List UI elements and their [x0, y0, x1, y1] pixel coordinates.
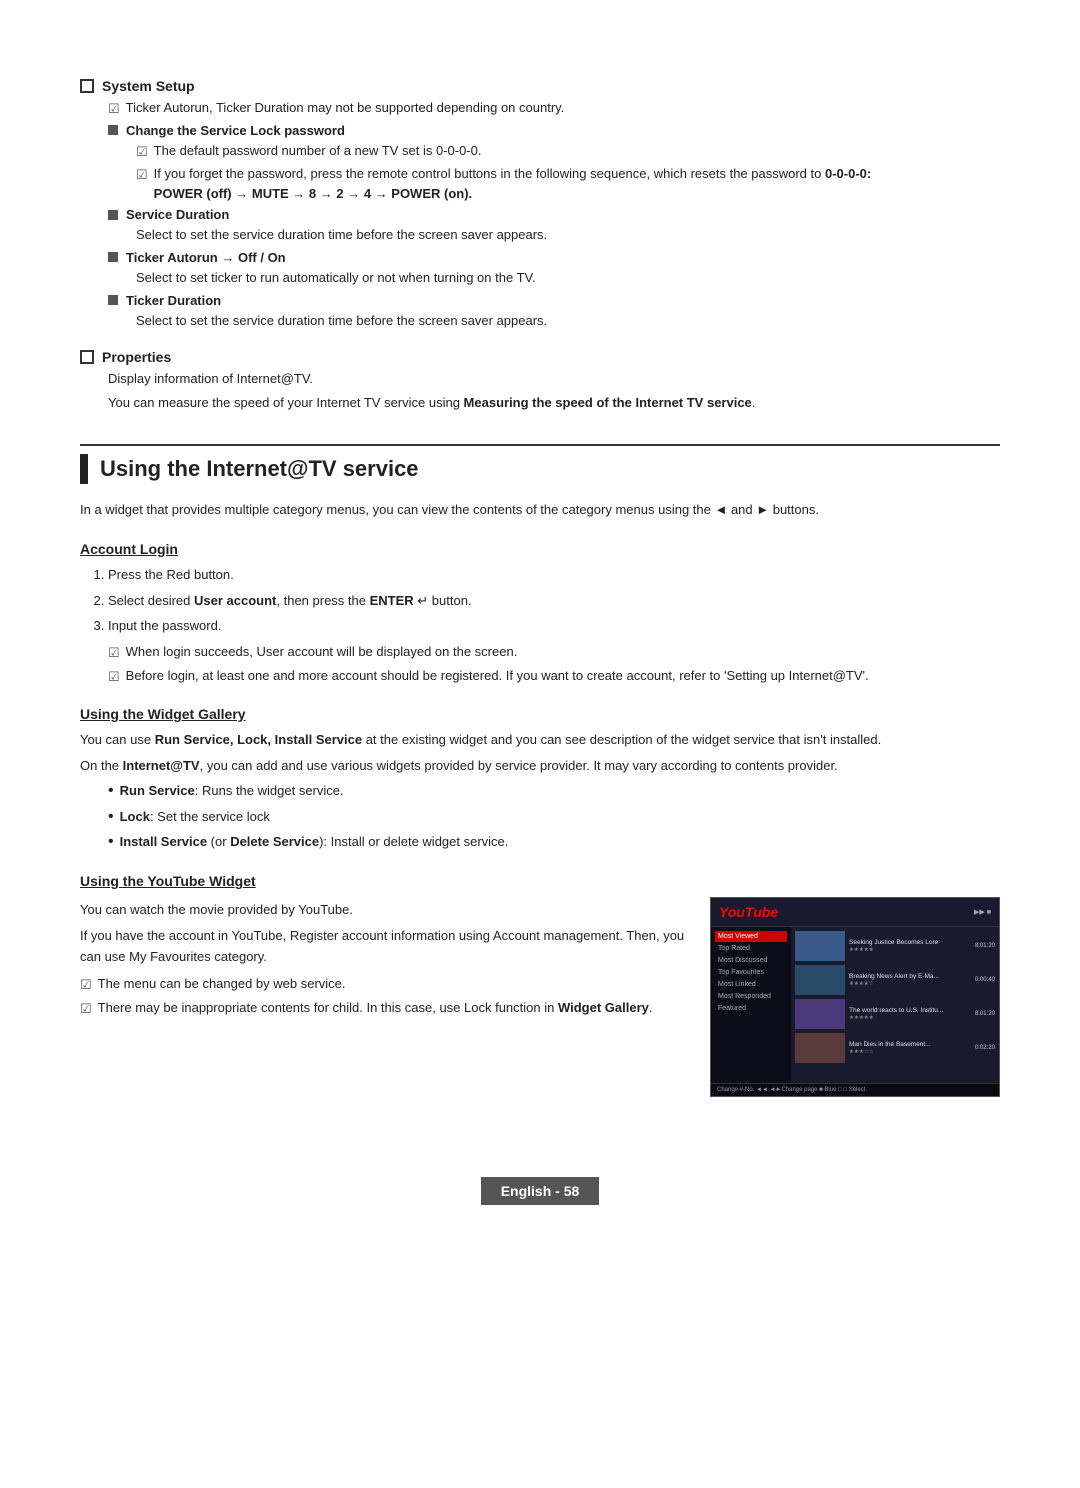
properties-line1: Display information of Internet@TV.: [108, 369, 1000, 390]
youtube-note1: ☑ The menu can be changed by web service…: [80, 974, 686, 995]
account-login-heading: Account Login: [80, 541, 1000, 557]
note-icon-5: ☑: [108, 667, 120, 687]
system-setup-heading: System Setup: [80, 78, 1000, 94]
yt-meta-3: ★★★★★: [849, 1015, 963, 1021]
square-icon-2: [108, 210, 118, 220]
widget-gallery-section: Using the Widget Gallery You can use Run…: [80, 706, 1000, 853]
bullet-run-service: Run Service: Runs the widget service.: [108, 781, 1000, 802]
youtube-line1: You can watch the movie provided by YouT…: [80, 900, 686, 921]
note-icon-6: ☑: [80, 975, 92, 995]
yt-duration-3: 8:01:20: [967, 1011, 995, 1017]
step-3: Input the password. ☑ When login succeed…: [108, 616, 1000, 686]
note-icon-2: ☑: [136, 142, 148, 162]
properties-heading: Properties: [80, 349, 1000, 365]
yt-meta-4: ★★★☆☆: [849, 1049, 963, 1055]
yt-thumb-3: [795, 999, 845, 1029]
youtube-text-content: You can watch the movie provided by YouT…: [80, 897, 686, 1097]
change-lock-note1: ☑ The default password number of a new T…: [136, 141, 1000, 162]
checkbox-icon-2: [80, 350, 94, 364]
square-icon-3: [108, 252, 118, 262]
yt-duration-2: 0:00:40: [967, 977, 995, 983]
youtube-screenshot: YouTube ▶▶ ■ Most Viewed Top Rated Most …: [710, 897, 1000, 1097]
yt-thumb-2: [795, 965, 845, 995]
youtube-widget-heading: Using the YouTube Widget: [80, 873, 1000, 889]
yt-sidebar-most-linked[interactable]: Most Linked: [715, 979, 787, 990]
note-icon-4: ☑: [108, 643, 120, 663]
yt-body: Most Viewed Top Rated Most Discussed Top…: [711, 927, 999, 1097]
change-service-lock: Change the Service Lock password ☑ The d…: [108, 123, 1000, 204]
widget-gallery-heading: Using the Widget Gallery: [80, 706, 1000, 722]
yt-meta-2: ★★★★☆: [849, 981, 963, 987]
yt-sidebar: Most Viewed Top Rated Most Discussed Top…: [711, 927, 791, 1097]
yt-info-4: Man Dies in the Basement... ★★★☆☆: [849, 1041, 963, 1055]
youtube-widget-section: Using the YouTube Widget You can watch t…: [80, 873, 1000, 1097]
step-1: Press the Red button.: [108, 565, 1000, 586]
major-section-title: Using the Internet@TV service: [80, 454, 1000, 484]
yt-thumb-1: [795, 931, 845, 961]
yt-sidebar-most-responded[interactable]: Most Responded: [715, 991, 787, 1002]
service-duration-text: Select to set the service duration time …: [136, 225, 1000, 246]
yt-sidebar-top-favourites[interactable]: Top Favourites: [715, 967, 787, 978]
page-footer: English - 58: [80, 1177, 1000, 1205]
ticker-duration-text: Select to set the service duration time …: [136, 311, 1000, 332]
yt-sidebar-featured[interactable]: Featured: [715, 1003, 787, 1014]
login-note2: ☑ Before login, at least one and more ac…: [108, 666, 1000, 687]
note-icon-3: ☑: [136, 165, 148, 185]
youtube-line2: If you have the account in YouTube, Regi…: [80, 926, 686, 968]
yt-duration-1: 8:01:20: [967, 943, 995, 949]
checkbox-icon: [80, 79, 94, 93]
ticker-duration: Ticker Duration Select to set the servic…: [108, 293, 1000, 332]
section-bar-icon: [80, 454, 88, 484]
page-number-label: English - 58: [501, 1183, 580, 1199]
widget-gallery-line1: You can use Run Service, Lock, Install S…: [80, 730, 1000, 751]
note-icon-1: ☑: [108, 99, 120, 119]
page-number-box: English - 58: [481, 1177, 600, 1205]
note-icon-7: ☑: [80, 999, 92, 1019]
square-icon-4: [108, 295, 118, 305]
internet-tv-section: Using the Internet@TV service In a widge…: [80, 444, 1000, 1097]
service-duration: Service Duration Select to set the servi…: [108, 207, 1000, 246]
step-2: Select desired User account, then press …: [108, 591, 1000, 612]
yt-info-2: Breaking News Alert by E-Ma... ★★★★☆: [849, 973, 963, 987]
yt-meta-1: ★★★★★: [849, 947, 963, 953]
system-setup-section: System Setup ☑ Ticker Autorun, Ticker Du…: [80, 78, 1000, 331]
ticker-autorun-text: Select to set ticker to run automaticall…: [136, 268, 1000, 289]
yt-header: YouTube ▶▶ ■: [711, 898, 999, 927]
ticker-autorun: Ticker Autorun → Off / On Select to set …: [108, 250, 1000, 289]
yt-video-3: The world reacts to U.S. Institu... ★★★★…: [795, 999, 995, 1029]
yt-info-3: The world reacts to U.S. Institu... ★★★★…: [849, 1007, 963, 1021]
yt-content: Seeking Justice Becomes Lore ★★★★★ 8:01:…: [791, 927, 999, 1097]
yt-video-4: Man Dies in the Basement... ★★★☆☆ 0:02:2…: [795, 1033, 995, 1063]
youtube-widget-content: You can watch the movie provided by YouT…: [80, 897, 1000, 1097]
system-setup-note1: ☑ Ticker Autorun, Ticker Duration may no…: [108, 98, 1000, 119]
yt-video-1: Seeking Justice Becomes Lore ★★★★★ 8:01:…: [795, 931, 995, 961]
yt-video-2: Breaking News Alert by E-Ma... ★★★★☆ 0:0…: [795, 965, 995, 995]
account-login-steps: Press the Red button. Select desired Use…: [108, 565, 1000, 686]
login-note1: ☑ When login succeeds, User account will…: [108, 642, 1000, 663]
yt-footer: Change #-No. ◄◄ ◄►Change page ■ Blue □ □…: [711, 1083, 999, 1096]
yt-sidebar-most-discussed[interactable]: Most Discussed: [715, 955, 787, 966]
yt-header-right: ▶▶ ■: [974, 908, 991, 916]
major-section-intro: In a widget that provides multiple categ…: [80, 500, 1000, 521]
change-lock-note2: ☑ If you forget the password, press the …: [136, 164, 1000, 203]
widget-gallery-line2: On the Internet@TV, you can add and use …: [80, 756, 1000, 777]
properties-section: Properties Display information of Intern…: [80, 349, 1000, 414]
yt-sidebar-most-viewed[interactable]: Most Viewed: [715, 931, 787, 942]
widget-gallery-bullets: Run Service: Runs the widget service. Lo…: [108, 781, 1000, 853]
yt-thumb-4: [795, 1033, 845, 1063]
yt-duration-4: 0:02:20: [967, 1045, 995, 1051]
youtube-logo: YouTube: [719, 904, 778, 920]
properties-line2: You can measure the speed of your Intern…: [108, 393, 1000, 414]
yt-sidebar-top-rated[interactable]: Top Rated: [715, 943, 787, 954]
bullet-lock: Lock: Set the service lock: [108, 807, 1000, 828]
youtube-note2: ☑ There may be inappropriate contents fo…: [80, 998, 686, 1019]
yt-info-1: Seeking Justice Becomes Lore ★★★★★: [849, 939, 963, 953]
square-icon-1: [108, 125, 118, 135]
account-login-section: Account Login Press the Red button. Sele…: [80, 541, 1000, 686]
bullet-install-service: Install Service (or Delete Service): Ins…: [108, 832, 1000, 853]
